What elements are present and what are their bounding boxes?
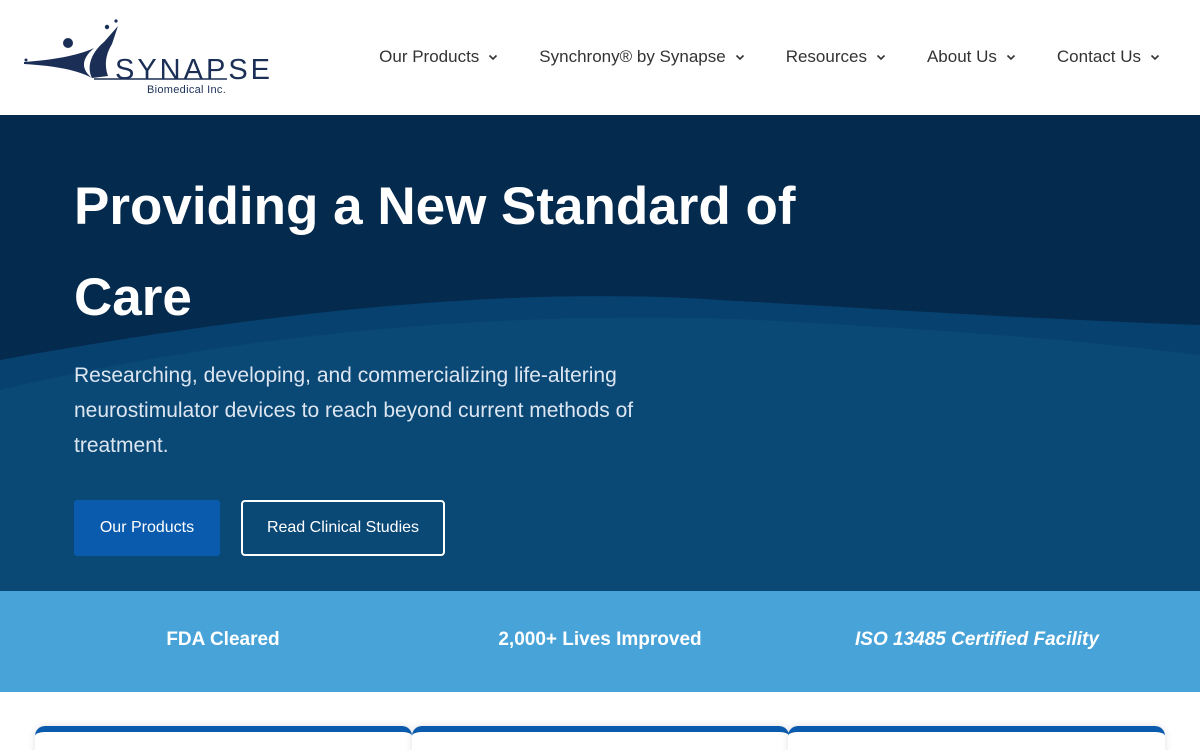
nav-item-label: Synchrony® by Synapse — [539, 47, 726, 66]
logo-wordmark: SYNAPSE — [115, 54, 273, 86]
feature-cards — [0, 692, 1200, 750]
hero-subtitle: Researching, developing, and commerciali… — [74, 364, 634, 457]
nav-item-about-us[interactable]: About Us — [927, 47, 1016, 67]
main-nav: Our Products Synchrony® by Synapse Resou… — [338, 40, 1160, 74]
stat-lives-improved: 2,000+ Lives Improved — [498, 629, 702, 650]
chevron-down-icon — [1150, 54, 1160, 61]
hero-title: Providing a New Standard of Care — [74, 177, 796, 327]
stat-iso-certified: ISO 13485 Certified Facility — [855, 629, 1099, 650]
logo-subtitle: Biomedical Inc. — [147, 84, 227, 96]
chevron-down-icon — [1006, 54, 1015, 61]
nav-item-resources[interactable]: Resources — [786, 47, 886, 67]
nav-item-contact-us[interactable]: Contact Us — [1057, 47, 1160, 67]
nav-item-label: Resources — [785, 47, 867, 66]
site-header: SYNAPSE Biomedical Inc. Our Products Syn… — [0, 0, 1200, 115]
stat-fda-cleared: FDA Cleared — [166, 629, 280, 650]
nav-item-label: Contact Us — [1056, 47, 1141, 66]
read-clinical-studies-button[interactable]: Read Clinical Studies — [241, 500, 445, 556]
feature-card[interactable] — [412, 726, 789, 750]
our-products-button[interactable]: Our Products — [74, 500, 220, 556]
nav-item-label: Our Products — [379, 47, 480, 66]
synapse-logo[interactable]: SYNAPSE Biomedical Inc. — [22, 18, 270, 98]
nav-item-synchrony[interactable]: Synchrony® by Synapse — [539, 47, 744, 67]
chevron-down-icon — [876, 54, 886, 61]
nav-item-our-products[interactable]: Our Products — [379, 47, 498, 67]
chevron-down-icon — [489, 54, 498, 61]
feature-card[interactable] — [35, 726, 412, 750]
chevron-down-icon — [735, 54, 744, 61]
hero-section: Providing a New Standard of Care Researc… — [0, 115, 1200, 591]
stats-band: FDA Cleared 2,000+ Lives Improved ISO 13… — [0, 591, 1200, 692]
feature-card[interactable] — [788, 726, 1165, 750]
nav-item-label: About Us — [926, 47, 997, 66]
